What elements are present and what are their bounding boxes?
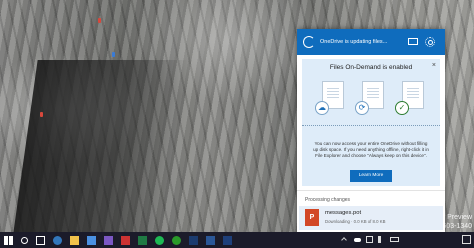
learn-more-button[interactable]: Learn More	[350, 170, 392, 182]
store-icon[interactable]	[87, 235, 96, 245]
action-center-icon[interactable]	[462, 235, 471, 244]
app-icon[interactable]	[121, 235, 130, 245]
climber-figure	[40, 112, 43, 117]
cloud-icon: ☁	[315, 101, 329, 115]
sync-badge-icon: ⟳	[355, 101, 369, 115]
sync-icon	[303, 36, 315, 48]
settings-gear-icon[interactable]	[425, 37, 435, 47]
volume-icon[interactable]	[378, 236, 383, 243]
syncing-stage: ⟳	[354, 79, 388, 125]
panel-title: Files On-Demand is enabled	[329, 64, 413, 71]
close-icon[interactable]: ×	[432, 62, 436, 69]
keyboard-icon[interactable]	[390, 237, 399, 242]
file-activity-item[interactable]: P messages.pot Downloading · 0.0 KB of 8…	[299, 206, 443, 230]
search-icon[interactable]	[21, 236, 28, 244]
available-stage: ✓	[394, 79, 428, 125]
processing-changes-label: Processing changes	[297, 190, 445, 206]
file-explorer-icon[interactable]	[70, 235, 79, 245]
file-name: messages.pot	[325, 210, 362, 216]
file-status: Downloading · 0.0 KB of 8.0 KB	[325, 219, 386, 224]
online-only-stage: ☁	[314, 79, 348, 125]
windows-start-icon[interactable]	[4, 235, 13, 245]
excel-icon[interactable]	[138, 235, 147, 245]
checkmark-icon: ✓	[395, 101, 409, 115]
illustration-divider	[302, 125, 440, 127]
open-folder-icon[interactable]	[408, 38, 418, 45]
network-icon[interactable]	[366, 236, 373, 243]
flyout-header: OneDrive is updating files...	[297, 29, 445, 55]
climber-figure	[98, 18, 101, 23]
chevron-up-icon[interactable]	[341, 237, 347, 243]
spotify-icon[interactable]	[155, 235, 164, 245]
flyout-header-title: OneDrive is updating files...	[320, 39, 388, 45]
status-illustration: ☁ ⟳ ✓	[302, 79, 440, 139]
task-view-icon[interactable]	[36, 235, 45, 245]
taskbar	[0, 232, 474, 248]
word-icon[interactable]	[206, 235, 215, 245]
onedrive-tray-icon[interactable]	[354, 238, 361, 242]
powershell-icon[interactable]	[223, 235, 232, 245]
powerpoint-file-icon: P	[305, 209, 319, 226]
panel-description: You can now access your entire OneDrive …	[313, 141, 429, 158]
files-on-demand-panel: Files On-Demand is enabled × ☁ ⟳ ✓ You c…	[302, 59, 440, 186]
xbox-icon[interactable]	[172, 235, 181, 245]
cliff-shadow	[12, 60, 188, 232]
edge-icon[interactable]	[53, 235, 62, 245]
visual-studio-icon[interactable]	[104, 235, 113, 245]
photoshop-icon[interactable]	[189, 235, 198, 245]
climber-figure	[112, 52, 115, 57]
onedrive-flyout: OneDrive is updating files... Files On-D…	[297, 29, 445, 234]
